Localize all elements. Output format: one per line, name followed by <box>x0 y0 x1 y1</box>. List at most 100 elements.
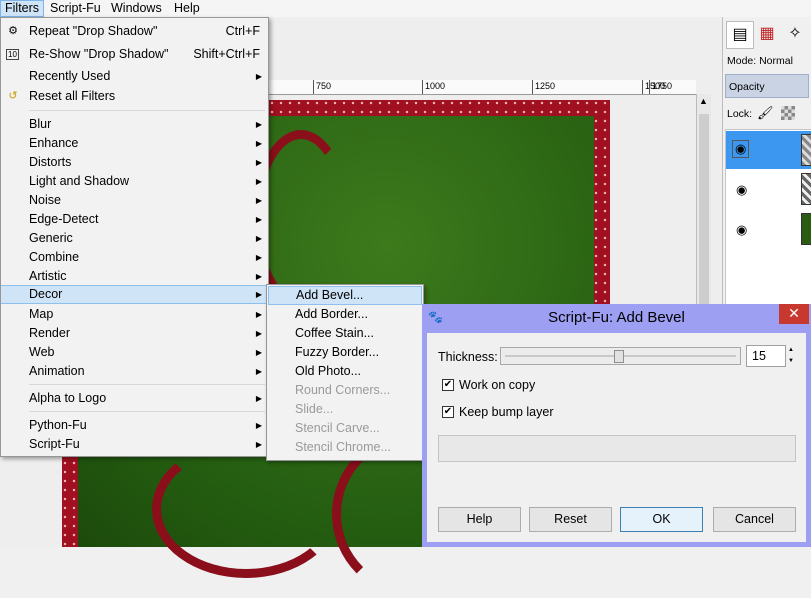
menu-item-label: Distorts <box>29 155 72 169</box>
submenu-arrow-icon: ▶ <box>255 290 262 299</box>
submenu-arrow-icon: ▶ <box>255 158 262 167</box>
help-button[interactable]: Help <box>438 507 521 532</box>
ruler-tick: 1750 <box>652 81 673 91</box>
menubar: Filters Script-Fu Windows Help <box>0 0 811 17</box>
menu-separator <box>29 411 265 412</box>
menu-item-coffee-stain[interactable]: Coffee Stain... <box>268 324 422 343</box>
layer-row[interactable]: ◉ <box>726 210 811 248</box>
paths-tab-icon[interactable]: ✧ <box>782 21 808 47</box>
scroll-up-icon[interactable]: ▲ <box>699 96 708 106</box>
menu-item-label: Old Photo... <box>295 364 362 378</box>
menu-item-fuzzy-border[interactable]: Fuzzy Border... <box>268 343 422 362</box>
lock-pixels-icon[interactable]: 🖌 <box>757 105 774 121</box>
submenu-arrow-icon: ▶ <box>255 196 262 205</box>
submenu-arrow-icon: ▶ <box>255 310 262 319</box>
mode-label[interactable]: Mode: Normal <box>727 55 793 67</box>
menu-windows[interactable]: Windows <box>107 0 166 17</box>
channels-tab-icon[interactable]: ▦ <box>754 21 780 47</box>
submenu-arrow-icon: ▶ <box>255 139 262 148</box>
lock-alpha-icon[interactable] <box>781 106 795 120</box>
menu-item-distorts[interactable]: Distorts ▶ <box>1 153 268 172</box>
eye-icon[interactable]: ◉ <box>736 182 747 198</box>
menu-item-old-photo[interactable]: Old Photo... <box>268 362 422 381</box>
menu-item-script-fu[interactable]: Script-Fu ▶ <box>1 435 268 454</box>
dialog-title: Script-Fu: Add Bevel <box>548 309 685 326</box>
menu-item-render[interactable]: Render ▶ <box>1 324 268 343</box>
menu-item-label: Python-Fu <box>29 418 87 432</box>
thickness-label: Thickness: <box>438 350 498 364</box>
shortcut-label: Shift+Ctrl+F <box>193 47 260 61</box>
layer-row[interactable]: ◉ <box>726 131 811 169</box>
menu-item-label: Generic <box>29 231 73 245</box>
menu-item-reset-filters[interactable]: ↺ Reset all Filters <box>1 87 268 106</box>
eye-icon[interactable]: ◉ <box>736 222 747 238</box>
menu-item-python-fu[interactable]: Python-Fu ▶ <box>1 416 268 435</box>
spin-down-icon[interactable]: ▼ <box>786 356 796 367</box>
opacity-field[interactable]: Opacity <box>725 74 809 98</box>
menu-script-fu[interactable]: Script-Fu <box>46 0 105 17</box>
submenu-arrow-icon: ▶ <box>255 329 262 338</box>
menu-item-round-corners: Round Corners... <box>268 381 422 400</box>
thickness-input[interactable]: 15 <box>746 345 786 367</box>
work-on-copy-checkbox[interactable]: ✔ <box>442 379 454 391</box>
submenu-arrow-icon: ▶ <box>255 120 262 129</box>
menu-item-generic[interactable]: Generic ▶ <box>1 229 268 248</box>
menu-item-blur[interactable]: Blur ▶ <box>1 115 268 134</box>
spin-up-icon[interactable]: ▲ <box>786 345 796 356</box>
menu-item-noise[interactable]: Noise ▶ <box>1 191 268 210</box>
menu-help[interactable]: Help <box>170 0 204 17</box>
menu-item-add-bevel[interactable]: Add Bevel... <box>268 286 422 305</box>
menu-item-light-and-shadow[interactable]: Light and Shadow ▶ <box>1 172 268 191</box>
submenu-arrow-icon: ▶ <box>255 215 262 224</box>
menu-item-label: Stencil Carve... <box>295 421 380 435</box>
layer-row[interactable]: ◉ <box>726 170 811 208</box>
work-on-copy-label: Work on copy <box>459 378 536 392</box>
submenu-arrow-icon: ▶ <box>255 177 262 186</box>
reset-button[interactable]: Reset <box>529 507 612 532</box>
menu-item-edge-detect[interactable]: Edge-Detect ▶ <box>1 210 268 229</box>
menu-item-animation[interactable]: Animation ▶ <box>1 362 268 381</box>
layer-thumbnail <box>801 134 811 166</box>
decor-submenu: Add Bevel... Add Border... Coffee Stain.… <box>266 284 424 461</box>
menu-item-web[interactable]: Web ▶ <box>1 343 268 362</box>
menu-item-map[interactable]: Map ▶ <box>1 305 268 324</box>
reshow-icon: 10 <box>6 49 19 60</box>
menu-item-repeat[interactable]: ⚙ Repeat "Drop Shadow" Ctrl+F <box>1 22 268 41</box>
menu-item-add-border[interactable]: Add Border... <box>268 305 422 324</box>
menu-item-label: Combine <box>29 250 80 264</box>
menu-item-label: Fuzzy Border... <box>295 345 380 359</box>
ok-button[interactable]: OK <box>620 507 703 532</box>
menu-item-label: Reset all Filters <box>29 89 116 103</box>
menu-item-label: Stencil Chrome... <box>295 440 391 454</box>
shortcut-label: Ctrl+F <box>225 24 260 38</box>
dialog-titlebar[interactable]: 🐾 Script-Fu: Add Bevel ✕ <box>422 304 811 331</box>
filters-menu: ⚙ Repeat "Drop Shadow" Ctrl+F 10 Re-Show… <box>0 17 269 457</box>
menu-item-artistic[interactable]: Artistic ▶ <box>1 267 268 286</box>
menu-item-label: Script-Fu <box>29 437 80 451</box>
menu-item-recently-used[interactable]: Recently Used ▶ <box>1 67 268 86</box>
layers-tab-icon[interactable]: ▤ <box>726 21 754 49</box>
menu-filters[interactable]: Filters <box>0 0 45 17</box>
reset-filters-icon: ↺ <box>8 90 18 102</box>
menu-separator <box>29 384 265 385</box>
menu-item-combine[interactable]: Combine ▶ <box>1 248 268 267</box>
close-button[interactable]: ✕ <box>779 304 809 324</box>
eye-icon[interactable]: ◉ <box>732 140 750 158</box>
menu-item-label: Render <box>29 326 70 340</box>
slider-handle[interactable] <box>614 350 624 363</box>
menu-item-decor[interactable]: Decor ▶ <box>1 285 268 304</box>
ruler-tick: 750 <box>316 81 332 91</box>
menu-item-alpha-to-logo[interactable]: Alpha to Logo ▶ <box>1 389 268 408</box>
thickness-spinner[interactable]: ▲ ▼ <box>786 345 796 367</box>
submenu-arrow-icon: ▶ <box>255 272 262 281</box>
submenu-arrow-icon: ▶ <box>255 348 262 357</box>
submenu-arrow-icon: ▶ <box>255 72 262 81</box>
keep-bump-layer-checkbox[interactable]: ✔ <box>442 406 454 418</box>
menu-item-label: Coffee Stain... <box>295 326 374 340</box>
thickness-slider[interactable] <box>500 347 741 365</box>
ruler-tick: 1000 <box>425 81 446 91</box>
menu-item-reshow[interactable]: 10 Re-Show "Drop Shadow" Shift+Ctrl+F <box>1 45 268 64</box>
cancel-button[interactable]: Cancel <box>713 507 796 532</box>
menu-item-enhance[interactable]: Enhance ▶ <box>1 134 268 153</box>
submenu-arrow-icon: ▶ <box>255 421 262 430</box>
